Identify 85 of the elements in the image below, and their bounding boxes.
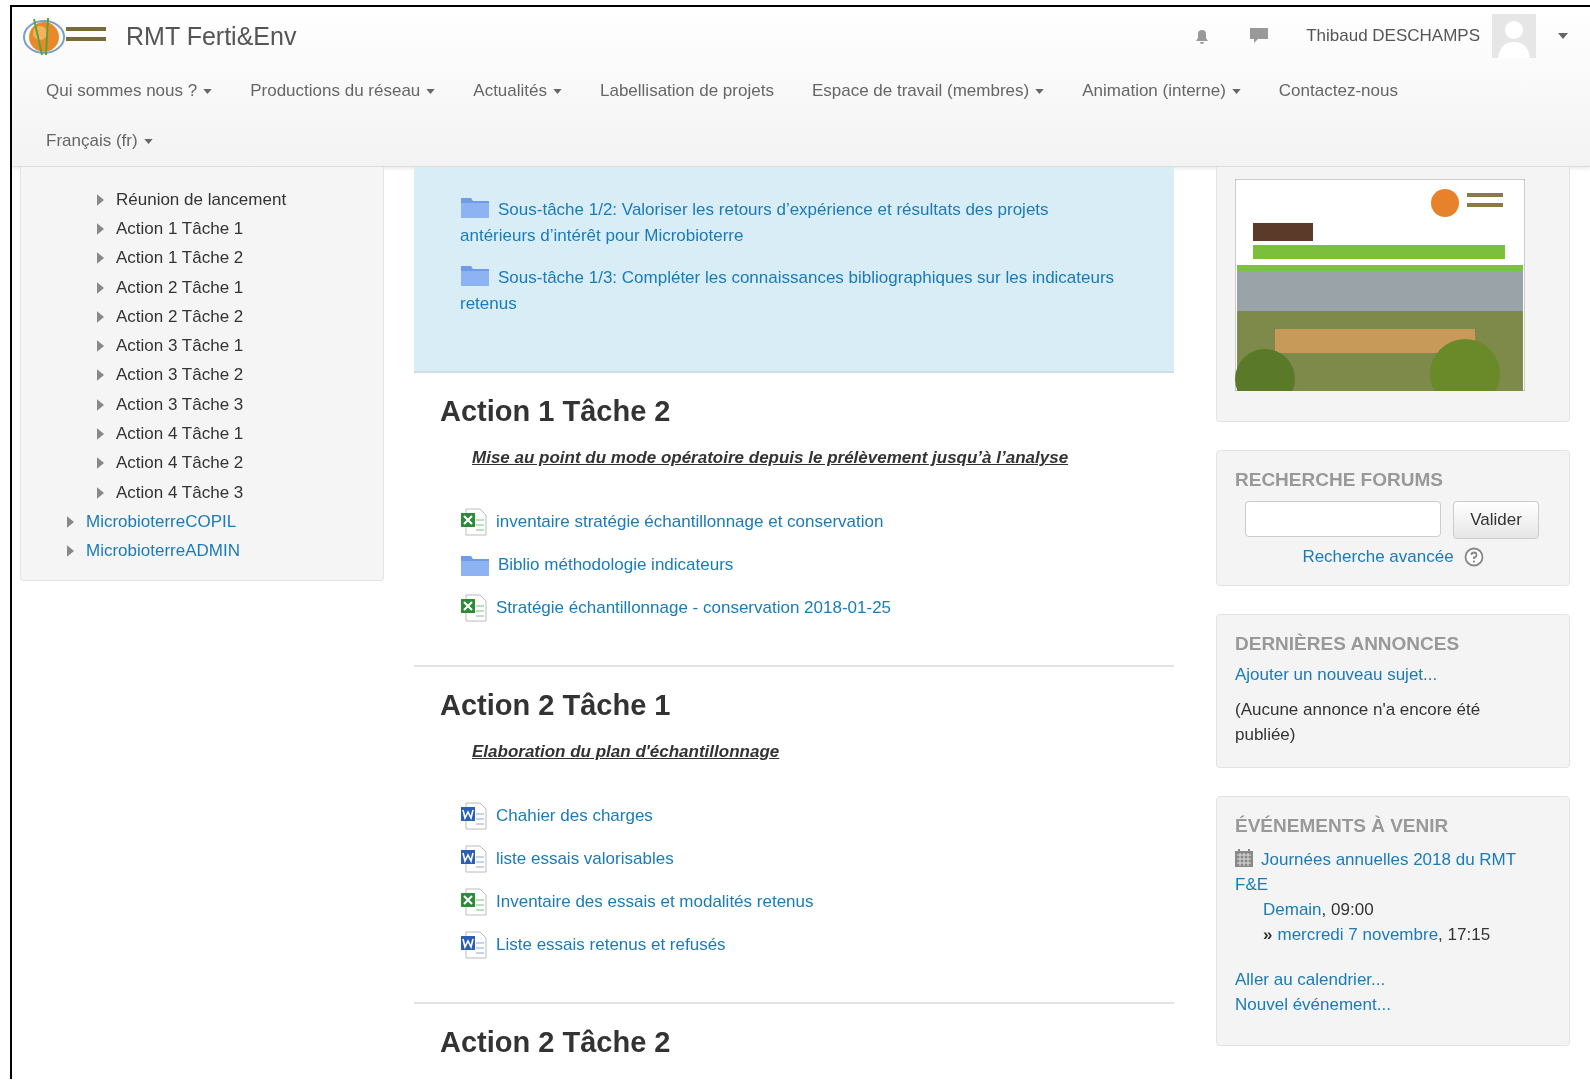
file-link[interactable]: Stratégie échantillonnage - conservation 2018-01-25 bbox=[496, 597, 892, 618]
nav-menu-item[interactable]: Animation (interne) bbox=[1082, 81, 1241, 101]
file-link[interactable]: inventaire stratégie échantillonnage et conservation bbox=[496, 511, 884, 532]
expand-arrow-icon[interactable] bbox=[97, 252, 104, 265]
calendar-icon bbox=[1235, 849, 1253, 867]
course-link[interactable]: MicrobioterreADMIN bbox=[86, 541, 240, 562]
nav-menu-item[interactable]: Actualités bbox=[473, 81, 562, 101]
event-link[interactable]: Journées annuelles 2018 du RMT F&E bbox=[1235, 847, 1551, 897]
caret-icon bbox=[143, 138, 153, 144]
expand-arrow-icon[interactable] bbox=[97, 486, 104, 499]
section-title: Action 2 Tâche 2 bbox=[440, 1026, 672, 1059]
section-link[interactable]: Action 2 Tâche 2 bbox=[116, 306, 244, 327]
help-icon[interactable] bbox=[1463, 547, 1484, 567]
poster-thumbnail-drawing[interactable] bbox=[1235, 179, 1525, 391]
event-time: , 17:15 bbox=[1438, 925, 1491, 944]
section-link[interactable]: Action 2 Tâche 1 bbox=[116, 277, 244, 298]
spreadsheet-file-icon bbox=[460, 593, 488, 622]
caret-icon[interactable] bbox=[1558, 33, 1568, 39]
calendar-link[interactable]: Nouvel événement... bbox=[1235, 995, 1391, 1014]
section-summary: Elaboration du plan d'échantillonnage bbox=[472, 742, 781, 762]
expand-arrow-icon[interactable] bbox=[97, 193, 104, 206]
expand-arrow-icon[interactable] bbox=[97, 340, 104, 353]
file-link[interactable]: Chahier des charges bbox=[496, 805, 653, 826]
section-link[interactable]: Action 3 Tâche 3 bbox=[116, 394, 244, 415]
caret-icon bbox=[203, 88, 213, 94]
file-link[interactable]: liste essais valorisables bbox=[496, 848, 674, 869]
folder-link[interactable]: Sous-tâche 1/2: Valoriser les retours d’expérience et résultats des projets antérieurs d’intérêt pour Microbioterre bbox=[460, 195, 1128, 249]
section-title: Action 2 Tâche 1 bbox=[440, 689, 672, 722]
section-title: Action 1 Tâche 2 bbox=[440, 395, 672, 428]
expand-arrow-icon[interactable] bbox=[67, 545, 74, 558]
advanced-search-link[interactable]: Recherche avancée bbox=[1302, 547, 1454, 567]
chat-bubble-icon[interactable] bbox=[1248, 26, 1271, 46]
section-link[interactable]: Action 1 Tâche 1 bbox=[116, 218, 244, 239]
folder-link[interactable]: Sous-tâche 1/3: Compléter les connaissances bibliographiques sur les indicateurs retenus bbox=[460, 263, 1128, 317]
block-title: RECHERCHE FORUMS bbox=[1235, 469, 1444, 491]
date-link[interactable]: Demain bbox=[1263, 900, 1322, 919]
section-link[interactable]: Action 4 Tâche 3 bbox=[116, 482, 244, 503]
search-button[interactable]: Valider bbox=[1453, 501, 1539, 539]
nav-menu-item[interactable]: Labellisation de projets bbox=[600, 81, 774, 101]
expand-arrow-icon[interactable] bbox=[97, 369, 104, 382]
folder-icon bbox=[460, 195, 490, 219]
document-file-icon bbox=[460, 844, 488, 873]
course-link[interactable]: MicrobioterreCOPIL bbox=[86, 511, 237, 532]
folder-icon bbox=[460, 263, 490, 287]
expand-arrow-icon[interactable] bbox=[97, 398, 104, 411]
nav-menu-item[interactable]: Contactez-nous bbox=[1278, 81, 1398, 101]
section-link[interactable]: Action 4 Tâche 2 bbox=[116, 453, 244, 474]
empty-notice: (Aucune annonce n'a encore été publiée) bbox=[1235, 699, 1482, 746]
block-title: DERNIÈRES ANNONCES bbox=[1235, 633, 1461, 655]
nav-menu-item[interactable]: Productions du réseau bbox=[250, 81, 436, 101]
expand-arrow-icon[interactable] bbox=[97, 281, 104, 294]
date-link[interactable]: mercredi 7 novembre bbox=[1277, 925, 1439, 944]
expand-arrow-icon[interactable] bbox=[97, 457, 104, 470]
section-link[interactable]: Réunion de lancement bbox=[116, 189, 287, 210]
section-link[interactable]: Action 1 Tâche 2 bbox=[116, 248, 244, 269]
block-title: ÉVÉNEMENTS À VENIR bbox=[1235, 815, 1450, 837]
add-topic-link[interactable]: Ajouter un nouveau sujet... bbox=[1235, 665, 1438, 684]
section-link[interactable]: Action 3 Tâche 2 bbox=[116, 365, 244, 386]
folder-link[interactable]: Biblio méthodologie indicateurs bbox=[498, 554, 734, 575]
caret-icon bbox=[1035, 88, 1045, 94]
file-link[interactable]: Inventaire des essais et modalités retenus bbox=[496, 891, 814, 912]
expand-arrow-icon[interactable] bbox=[97, 310, 104, 323]
expand-arrow-icon[interactable] bbox=[97, 222, 104, 235]
expand-arrow-icon[interactable] bbox=[67, 515, 74, 528]
spreadsheet-file-icon bbox=[460, 887, 488, 916]
user-name[interactable]: Thibaud DESCHAMPS bbox=[1306, 26, 1480, 46]
nav-menu-item[interactable]: Espace de travail (membres) bbox=[811, 81, 1045, 101]
caret-icon bbox=[1231, 88, 1241, 94]
section-summary: Mise au point du mode opératoire depuis le prélèvement jusqu’à l’analyse bbox=[472, 448, 1070, 468]
document-file-icon bbox=[460, 801, 488, 830]
section-link[interactable]: Action 3 Tâche 1 bbox=[116, 336, 244, 357]
range-arrow: » bbox=[1263, 925, 1273, 944]
search-field[interactable] bbox=[1245, 501, 1441, 537]
calendar-link[interactable]: Aller au calendrier... bbox=[1235, 970, 1386, 989]
expand-arrow-icon[interactable] bbox=[97, 428, 104, 440]
nav-menu-item[interactable]: Qui sommes nous ? bbox=[46, 81, 213, 101]
file-link[interactable]: Liste essais retenus et refusés bbox=[496, 934, 726, 955]
section-link[interactable]: Action 4 Tâche 1 bbox=[116, 424, 244, 444]
caret-icon bbox=[553, 88, 562, 94]
language-menu[interactable]: Français (fr) bbox=[46, 131, 153, 151]
event-time: , 09:00 bbox=[1321, 900, 1374, 919]
spreadsheet-file-icon bbox=[460, 507, 488, 536]
document-file-icon bbox=[460, 930, 488, 959]
caret-icon bbox=[426, 88, 436, 94]
site-name[interactable]: RMT Ferti&Env bbox=[126, 21, 297, 51]
